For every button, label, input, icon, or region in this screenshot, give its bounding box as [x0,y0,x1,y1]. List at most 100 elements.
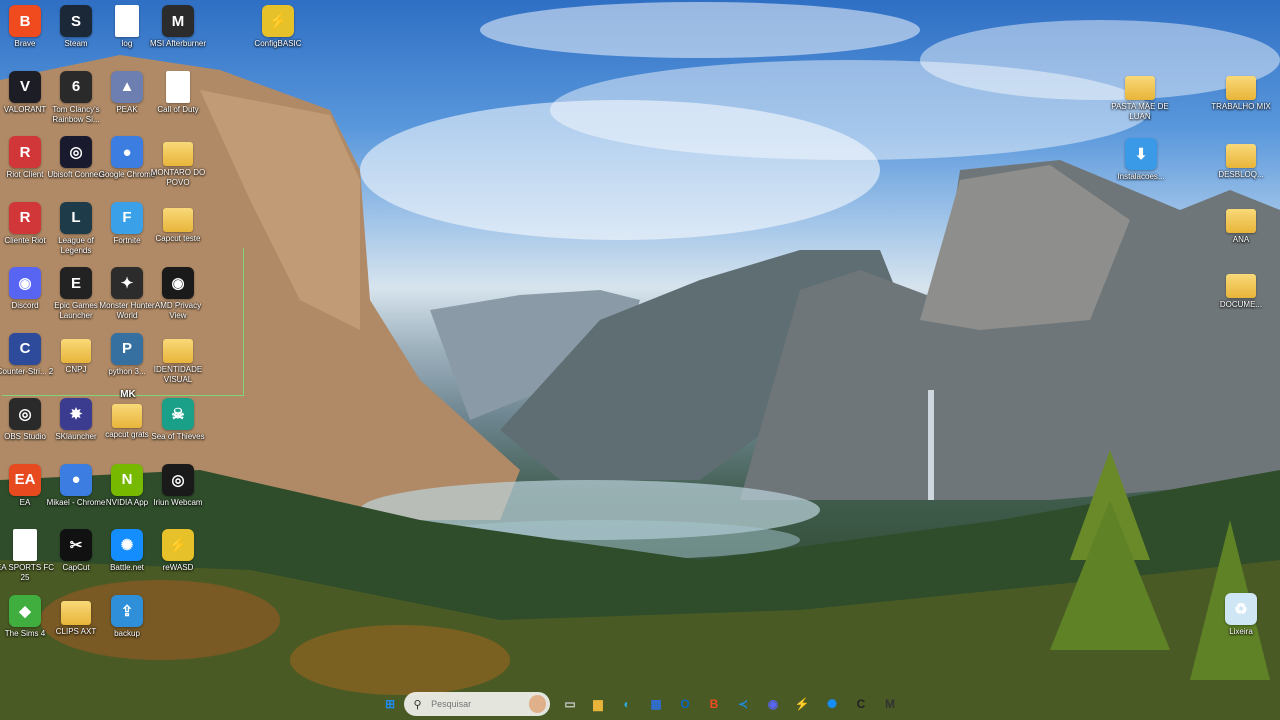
fortnite-icon: F [111,201,143,234]
nvidia-icon: N [111,463,143,496]
edge-icon[interactable]: ◐ [615,692,639,716]
desktop-icon[interactable]: ⇪ backup [97,594,157,639]
desktop-icon[interactable]: ♻ Lixeira [1211,593,1271,637]
desktop-icon-label: AMD Privacy View [154,301,202,320]
taskbar-search[interactable]: ⚲ [404,692,550,716]
amd-privacy-icon: ◉ [162,267,194,299]
chrome-icon: ● [60,463,92,496]
installer-icon: ⬇ [1125,138,1157,170]
folder-icon [1125,76,1155,100]
desktop-icon[interactable]: ⚡ ConfigBASIC [248,5,308,49]
desktop-icon-label: Iriun Webcam [153,497,203,507]
desktop-icon[interactable]: TRABALHO MIX [1211,70,1271,112]
rewasd-icon[interactable]: ⚡ [790,692,814,716]
file-icon [166,70,190,103]
brave-icon[interactable]: B [702,692,726,716]
vscode-icon[interactable]: ≺ [731,692,755,716]
desktop-icon-label: MSI Afterburner [149,39,207,48]
valorant-icon: V [9,70,41,103]
desktop-icon[interactable]: ⬇ Instalacoes... [1111,138,1171,182]
desktop-icon-label: DESBLOQ... [1218,170,1264,179]
desktop-icon[interactable]: MONTARO DO POVO [148,136,208,188]
cs2-icon: C [9,332,41,365]
desktop-icon[interactable]: ☠ Sea of Thieves [148,398,208,442]
ea-icon: EA [9,463,41,496]
discord-icon: ◉ [9,267,41,299]
desktop-icon[interactable]: M MSI Afterburner [148,5,208,49]
lol-icon: L [60,201,92,234]
peak-icon: ▲ [111,70,143,103]
call-of-duty-icon[interactable]: C [849,692,873,716]
store-icon[interactable]: ▦ [644,692,668,716]
search-highlight-icon [529,695,546,713]
sims-icon: ◆ [9,594,41,627]
msi-afterburner-icon: M [162,5,194,37]
epic-icon: E [60,267,92,299]
mhw-icon: ✦ [111,267,143,299]
desktop-icon[interactable]: Capcut teste [148,202,208,244]
start-button[interactable]: ⊞ [378,692,402,716]
riot-icon: R [9,201,41,234]
battlenet-icon: ✺ [111,529,143,561]
brave-icon: B [9,5,41,37]
desktop-icon-label: DOCUME... [1219,300,1263,309]
desktop-icon[interactable]: ◉ AMD Privacy View [148,267,208,321]
capcut-icon: ✂ [60,529,92,561]
lightning-icon: ⚡ [162,529,194,561]
python-icon: P [111,332,143,365]
folder-icon [112,404,142,428]
file-icon [115,5,139,37]
folder-icon [61,600,91,625]
msi-afterburner-icon[interactable]: M [878,692,902,716]
rainbow-six-icon: 6 [60,70,92,103]
file-explorer-icon[interactable]: ▆ [586,692,610,716]
desktop-icon-label: backup [114,628,140,638]
desktop-icon[interactable]: Call of Duty [148,70,208,115]
folder-icon [163,338,193,363]
backup-icon: ⇪ [111,594,143,627]
desktop-icon[interactable]: DOCUME... [1211,268,1271,310]
recycle-bin-icon: ♻ [1225,593,1257,625]
desktop-icon[interactable]: IDENTIDADE VISUAL [148,333,208,385]
folder-icon [163,142,193,166]
file-icon [13,529,37,561]
folder-icon [163,207,193,232]
folder-icon [61,338,91,363]
desktop-icon[interactable]: ANA [1211,203,1271,245]
desktop-icon[interactable]: DESBLOQ... [1211,138,1271,180]
desktop-icon[interactable]: PASTA MÃE DE LUAN [1110,70,1170,122]
folder-icon [1226,144,1256,168]
folder-icon [1226,209,1256,233]
search-icon: ⚲ [413,698,422,711]
desktop-icon-label: Lixeira [1229,627,1253,636]
riot-icon: R [9,136,41,168]
discord-icon[interactable]: ◉ [761,692,785,716]
steam-icon: S [60,5,92,37]
mk-text-label: MK [120,389,136,400]
desktop-icon-label: ConfigBASIC [254,39,302,48]
webcam-icon: ◎ [162,463,194,496]
desktop-icon-label: Capcut teste [155,233,201,243]
ubisoft-icon: ◎ [60,136,92,168]
sea-of-thieves-icon: ☠ [162,398,194,430]
task-view-icon[interactable]: ▭ [558,692,582,716]
desktop-icon[interactable]: ⚡ reWASD [148,529,208,573]
folder-icon [1226,76,1256,100]
desktop-icon-label: IDENTIDADE VISUAL [153,364,203,384]
search-input[interactable] [429,698,530,710]
battlenet-icon[interactable]: ✺ [820,692,844,716]
lightning-icon: ⚡ [262,5,294,37]
desktop-icon-label: MONTARO DO POVO [150,168,206,187]
desktop-icon-label: reWASD [162,563,194,572]
chrome-icon: ● [111,136,143,168]
taskbar: ⊞ ⚲ ▭▆◐▦OB≺◉⚡✺CM [0,688,1280,720]
sklauncher-icon: ✸ [60,398,92,430]
desktop-icon-label: TRABALHO MIX [1211,102,1271,111]
outlook-icon[interactable]: O [673,692,697,716]
desktop-icon[interactable]: ◎ Iriun Webcam [148,463,208,508]
desktop-icon-label: ANA [1232,235,1250,244]
folder-icon [1226,274,1256,298]
desktop-icon-label: Instalacoes... [1117,172,1165,181]
desktop-icon-label: Sea of Thieves [151,432,205,441]
desktop-icon-label: Call of Duty [157,104,199,114]
